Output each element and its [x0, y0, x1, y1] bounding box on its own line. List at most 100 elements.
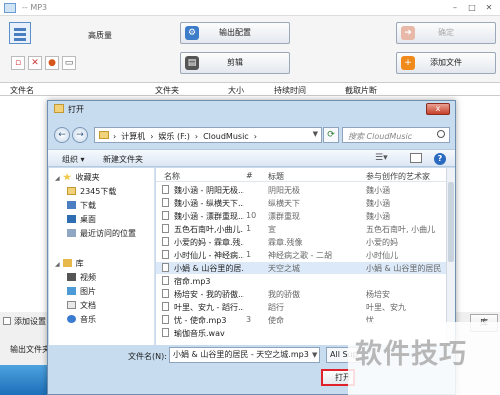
audio-file-icon — [162, 198, 169, 207]
col-number[interactable]: # — [246, 171, 253, 180]
minimize-icon[interactable]: – — [448, 2, 462, 13]
file-row[interactable]: 小时仙儿 - 神经病... 1 神经病之歌 - 二胡 小时仙儿 — [156, 249, 446, 261]
audio-file-icon — [162, 289, 169, 298]
star-icon — [62, 173, 72, 181]
file-name: 魏小涵 - 阴阳无极... — [174, 186, 244, 195]
col-filename[interactable]: 文件名 — [10, 85, 34, 96]
audio-file-icon — [162, 185, 169, 194]
file-row[interactable]: 叶里、安九 - 蹈行... 蹈行 叶里、安九 — [156, 301, 446, 313]
file-list-scrollbar[interactable] — [446, 168, 455, 345]
file-artist: 小娟 & 山谷里的居民 — [366, 264, 442, 273]
col-clip-segment[interactable]: 截取片断 — [345, 85, 377, 96]
col-name[interactable]: 名称 — [164, 171, 180, 182]
file-row[interactable]: 魏小涵 - 纵横天下... 纵横天下 魏小涵 — [156, 197, 446, 209]
output-config-button[interactable]: ⚙ 输出配置 — [180, 22, 290, 44]
nav-item-desktop[interactable]: 桌面 — [67, 214, 96, 226]
col-duration[interactable]: 持续时间 — [274, 85, 306, 96]
plus-icon: + — [401, 56, 415, 70]
search-input[interactable]: 搜索 CloudMusic — [342, 127, 450, 143]
nav-favorites[interactable]: ◢ 收藏夹 — [55, 172, 100, 184]
col-title[interactable]: 标题 — [268, 171, 284, 182]
nav-item-downloads[interactable]: 下载 — [67, 200, 96, 212]
clip-button[interactable]: ▤ 剪辑 — [180, 52, 290, 74]
organize-button[interactable]: 组织 ▾ — [62, 154, 85, 165]
desktop-background — [0, 365, 48, 395]
help-icon[interactable]: ? — [434, 153, 446, 165]
confirm-button[interactable]: ➜ 确定 — [396, 22, 496, 44]
nav-item-recent[interactable]: 最近访问的位置 — [67, 228, 136, 240]
file-artist: 小爱的妈 — [366, 238, 398, 247]
add-settings-option[interactable]: 添加设置 — [3, 316, 46, 327]
delete-icon[interactable]: ✕ — [28, 56, 42, 70]
close-icon[interactable]: ✕ — [482, 2, 496, 13]
address-folder-icon — [99, 131, 109, 139]
nav-item-pictures[interactable]: 图片 — [67, 286, 96, 298]
app-logo-icon — [4, 3, 16, 13]
nav-item-videos[interactable]: 视频 — [67, 272, 96, 284]
col-artist[interactable]: 参与创作的艺术家 — [366, 171, 430, 182]
dialog-nav-row: ← → › 计算机 › 娱乐 (F:) › CloudMusic › ▼ ⟳ 搜索 Clou… — [52, 125, 452, 145]
output-config-label: 输出配置 — [219, 28, 251, 37]
breadcrumb: › 计算机 › 娱乐 (F:) › CloudMusic › — [113, 132, 257, 141]
play-icon[interactable]: ● — [45, 56, 59, 70]
nav-item-music[interactable]: 音乐 — [67, 314, 96, 326]
remove-icon[interactable]: ▫ — [11, 56, 25, 70]
breadcrumb-drive[interactable]: 娱乐 (F:) — [158, 132, 189, 141]
nav-item-2345-download[interactable]: 2345下载 — [67, 186, 116, 198]
audio-file-icon — [162, 263, 169, 272]
info-icon[interactable]: ▭ — [62, 56, 76, 70]
new-folder-button[interactable]: 新建文件夹 — [103, 154, 143, 165]
audio-file-icon — [162, 211, 169, 220]
file-name: 五色石南叶,小曲儿... — [174, 225, 244, 234]
col-size[interactable]: 大小 — [228, 85, 244, 96]
breadcrumb-computer[interactable]: 计算机 — [121, 132, 145, 141]
address-bar[interactable]: › 计算机 › 娱乐 (F:) › CloudMusic › ▼ — [94, 127, 322, 143]
file-row[interactable]: 小娟 & 山谷里的居... 天空之城 小娟 & 山谷里的居民 — [156, 262, 446, 274]
command-bar: 组织 ▾ 新建文件夹 ☰▾ ? — [48, 149, 455, 167]
nav-library[interactable]: ◢ 库 — [55, 258, 84, 270]
video-icon — [67, 273, 76, 281]
file-title: 天空之城 — [268, 264, 300, 273]
file-title: 使命 — [268, 316, 284, 325]
file-title: 神经病之歌 - 二胡 — [268, 251, 332, 260]
file-row[interactable]: 小爱的妈 - 霖章.残... 霖章.残像 小爱的妈 — [156, 236, 446, 248]
preview-pane-icon[interactable] — [410, 153, 422, 163]
back-arrow-icon[interactable]: ← — [54, 127, 70, 143]
navigation-pane: ◢ 收藏夹 2345下载 下载 桌面 最近访问的位置 ◢ 库 视频 图片 文档 音乐 — [49, 168, 155, 345]
file-name: 小娟 & 山谷里的居... — [174, 264, 244, 273]
audio-file-icon — [162, 276, 169, 285]
refresh-icon[interactable]: ⟳ — [323, 127, 339, 143]
forward-arrow-icon[interactable]: → — [72, 127, 88, 143]
library-icon — [62, 259, 72, 267]
maximize-icon[interactable]: □ — [465, 2, 479, 13]
file-name: 小时仙儿 - 神经病... — [174, 251, 244, 260]
file-list-columns: 名称 # 标题 参与创作的艺术家 — [156, 168, 446, 182]
list-tools: ▫ ✕ ● ▭ — [11, 56, 79, 70]
address-dropdown-icon[interactable]: ▼ — [313, 130, 318, 138]
file-row[interactable]: 五色石南叶,小曲儿... 1 宣 五色石南叶, 小曲儿 — [156, 223, 446, 235]
col-folder[interactable]: 文件夹 — [155, 85, 179, 96]
file-row[interactable]: 魏小涵 - 漂群重现... 10 漂群重现 魏小涵 — [156, 210, 446, 222]
file-title: 蹈行 — [268, 303, 284, 312]
watermark: 软件技巧 — [355, 339, 467, 370]
file-list-view: 名称 # 标题 参与创作的艺术家 魏小涵 - 阴阳无极... 阴阳无极 魏小涵 魏小涵… — [156, 168, 446, 345]
scrollbar-thumb[interactable] — [448, 182, 454, 262]
dialog-title: 打开 — [68, 105, 84, 114]
file-row[interactable]: 魏小涵 - 阴阳无极... 阴阳无极 魏小涵 — [156, 184, 446, 196]
audio-file-icon — [162, 250, 169, 259]
main-toolbar: 高质量 ⚙ 输出配置 ➜ 确定 ▤ 剪辑 + 添加文件 ▫ ✕ ● ▭ — [0, 16, 500, 82]
view-options-icon[interactable]: ☰▾ — [375, 153, 389, 163]
filename-dropdown-icon[interactable]: ▼ — [312, 351, 317, 359]
add-file-button[interactable]: + 添加文件 — [396, 52, 496, 74]
dialog-close-button[interactable]: x — [426, 103, 450, 115]
nav-item-documents[interactable]: 文档 — [67, 300, 96, 312]
breadcrumb-cloudmusic[interactable]: CloudMusic — [203, 132, 249, 141]
add-settings-checkbox[interactable] — [3, 317, 11, 325]
format-icon[interactable] — [9, 22, 31, 44]
film-icon: ▤ — [185, 56, 199, 70]
add-settings-label: 添加设置 — [14, 317, 46, 326]
file-row[interactable]: 宿命.mp3 — [156, 275, 446, 287]
filename-field[interactable]: 小娟 & 山谷里的居民 - 天空之城.mp3 — [169, 347, 320, 363]
file-artist: 魏小涵 — [366, 212, 390, 221]
file-row[interactable]: 杨培安 - 我的骄傲... 我的骄傲 杨培安 — [156, 288, 446, 300]
